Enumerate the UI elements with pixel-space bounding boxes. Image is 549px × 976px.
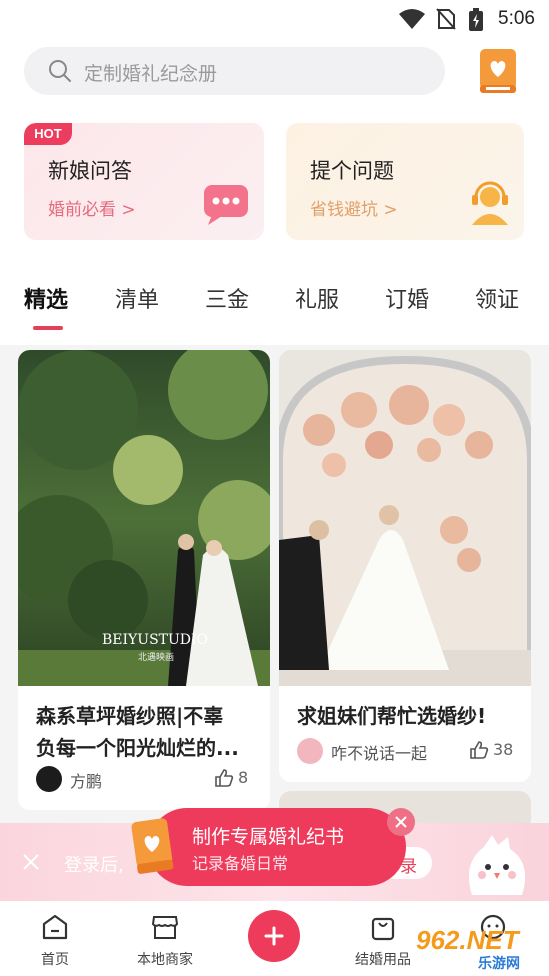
- tab-three-gold[interactable]: 三金: [205, 282, 249, 314]
- status-time: 5:06: [498, 8, 535, 29]
- home-icon: [41, 913, 69, 945]
- nav-wedding-supplies-label: 结婚用品: [355, 952, 411, 968]
- ask-question-title: 提个问题: [310, 159, 394, 183]
- add-icon: [264, 926, 284, 946]
- watermark-line1: 962.NET: [416, 925, 519, 955]
- nav-local-business-label: 本地商家: [137, 952, 193, 968]
- mascot-icon: [462, 833, 532, 903]
- tab-marriage-license[interactable]: 领证: [475, 282, 519, 314]
- popup-title: 制作专属婚礼纪书: [192, 826, 345, 848]
- bride-qa-title: 新娘问答: [48, 159, 132, 183]
- thumbs-up-icon: [214, 768, 234, 792]
- active-tab-indicator: [33, 326, 63, 330]
- category-tabs: 精选 清单 三金 礼服 订婚 领证: [0, 282, 549, 322]
- tab-featured[interactable]: 精选: [24, 282, 68, 314]
- tab-dress[interactable]: 礼服: [295, 282, 339, 314]
- thumbs-up-icon: [469, 740, 489, 764]
- tab-engagement[interactable]: 订婚: [385, 282, 429, 314]
- feed-post[interactable]: BEIYUSTUDIO 北遇映画 森系草坪婚纱照|不辜 负每一个阳光灿烂的...…: [18, 350, 270, 810]
- ask-question-card[interactable]: 提个问题 省钱避坑 >: [286, 123, 524, 240]
- photo-studio-caption-sub: 北遇映画: [138, 653, 175, 663]
- store-icon: [151, 913, 179, 945]
- site-watermark: 962.NET 乐游网: [416, 923, 546, 972]
- add-button[interactable]: [248, 910, 300, 962]
- nav-wedding-supplies[interactable]: 结婚用品: [338, 901, 428, 976]
- tab-checklist[interactable]: 清单: [115, 282, 159, 314]
- wifi-icon: [398, 8, 426, 34]
- nav-home-label: 首页: [41, 952, 69, 968]
- heart-book-icon: [130, 818, 176, 880]
- watermark-line2: 乐游网: [478, 956, 520, 972]
- search-bar[interactable]: 定制婚礼纪念册: [24, 47, 445, 95]
- post-title-line: 求姐妹们帮忙选婚纱!: [297, 704, 487, 728]
- ask-question-subtitle: 省钱避坑 >: [310, 200, 398, 220]
- search-placeholder: 定制婚礼纪念册: [84, 63, 218, 85]
- hot-badge: HOT: [24, 123, 72, 145]
- bag-icon: [369, 913, 397, 945]
- close-icon: [395, 816, 407, 828]
- like-button[interactable]: 38: [469, 738, 515, 764]
- nav-home[interactable]: 首页: [10, 901, 100, 976]
- post-photo: BEIYUSTUDIO 北遇映画: [18, 350, 270, 686]
- search-icon: [48, 59, 72, 87]
- likes-count: 8: [238, 768, 249, 787]
- nav-local-business[interactable]: 本地商家: [120, 901, 210, 976]
- close-icon[interactable]: [22, 853, 40, 875]
- popup-subtitle: 记录备婚日常: [192, 854, 289, 873]
- avatar: [36, 766, 62, 792]
- bride-qa-card[interactable]: HOT 新娘问答 婚前必看 >: [24, 123, 264, 240]
- author-name: 方鹏: [70, 772, 103, 791]
- customer-service-icon: [468, 181, 512, 229]
- likes-count: 38: [493, 740, 514, 759]
- feed-post[interactable]: 求姐妹们帮忙选婚纱! 咋不说话一起 38: [279, 350, 531, 782]
- heart-book-icon: [480, 49, 516, 93]
- like-button[interactable]: 8: [214, 766, 254, 792]
- post-photo: [279, 350, 531, 686]
- wedding-album-button[interactable]: [476, 47, 520, 95]
- wedding-book-popup[interactable]: 制作专属婚礼纪书 记录备婚日常: [148, 808, 406, 886]
- banner-text: 登录后,: [64, 855, 124, 876]
- post-title-line: 负每一个阳光灿烂的...: [36, 736, 239, 760]
- chat-bubble-icon: [202, 181, 252, 231]
- photo-studio-caption: BEIYUSTUDIO: [102, 632, 209, 648]
- status-bar: 5:06: [0, 0, 549, 38]
- battery-icon: [468, 8, 484, 36]
- popup-close-button[interactable]: [387, 808, 415, 836]
- post-title: 求姐妹们帮忙选婚纱!: [297, 700, 519, 732]
- author-name: 咋不说话一起: [331, 744, 428, 763]
- post-title: 森系草坪婚纱照|不辜 负每一个阳光灿烂的...: [36, 700, 258, 764]
- avatar: [297, 738, 323, 764]
- post-title-line: 森系草坪婚纱照|不辜: [36, 704, 224, 728]
- bride-qa-subtitle: 婚前必看 >: [48, 200, 136, 220]
- no-sim-icon: [436, 8, 456, 34]
